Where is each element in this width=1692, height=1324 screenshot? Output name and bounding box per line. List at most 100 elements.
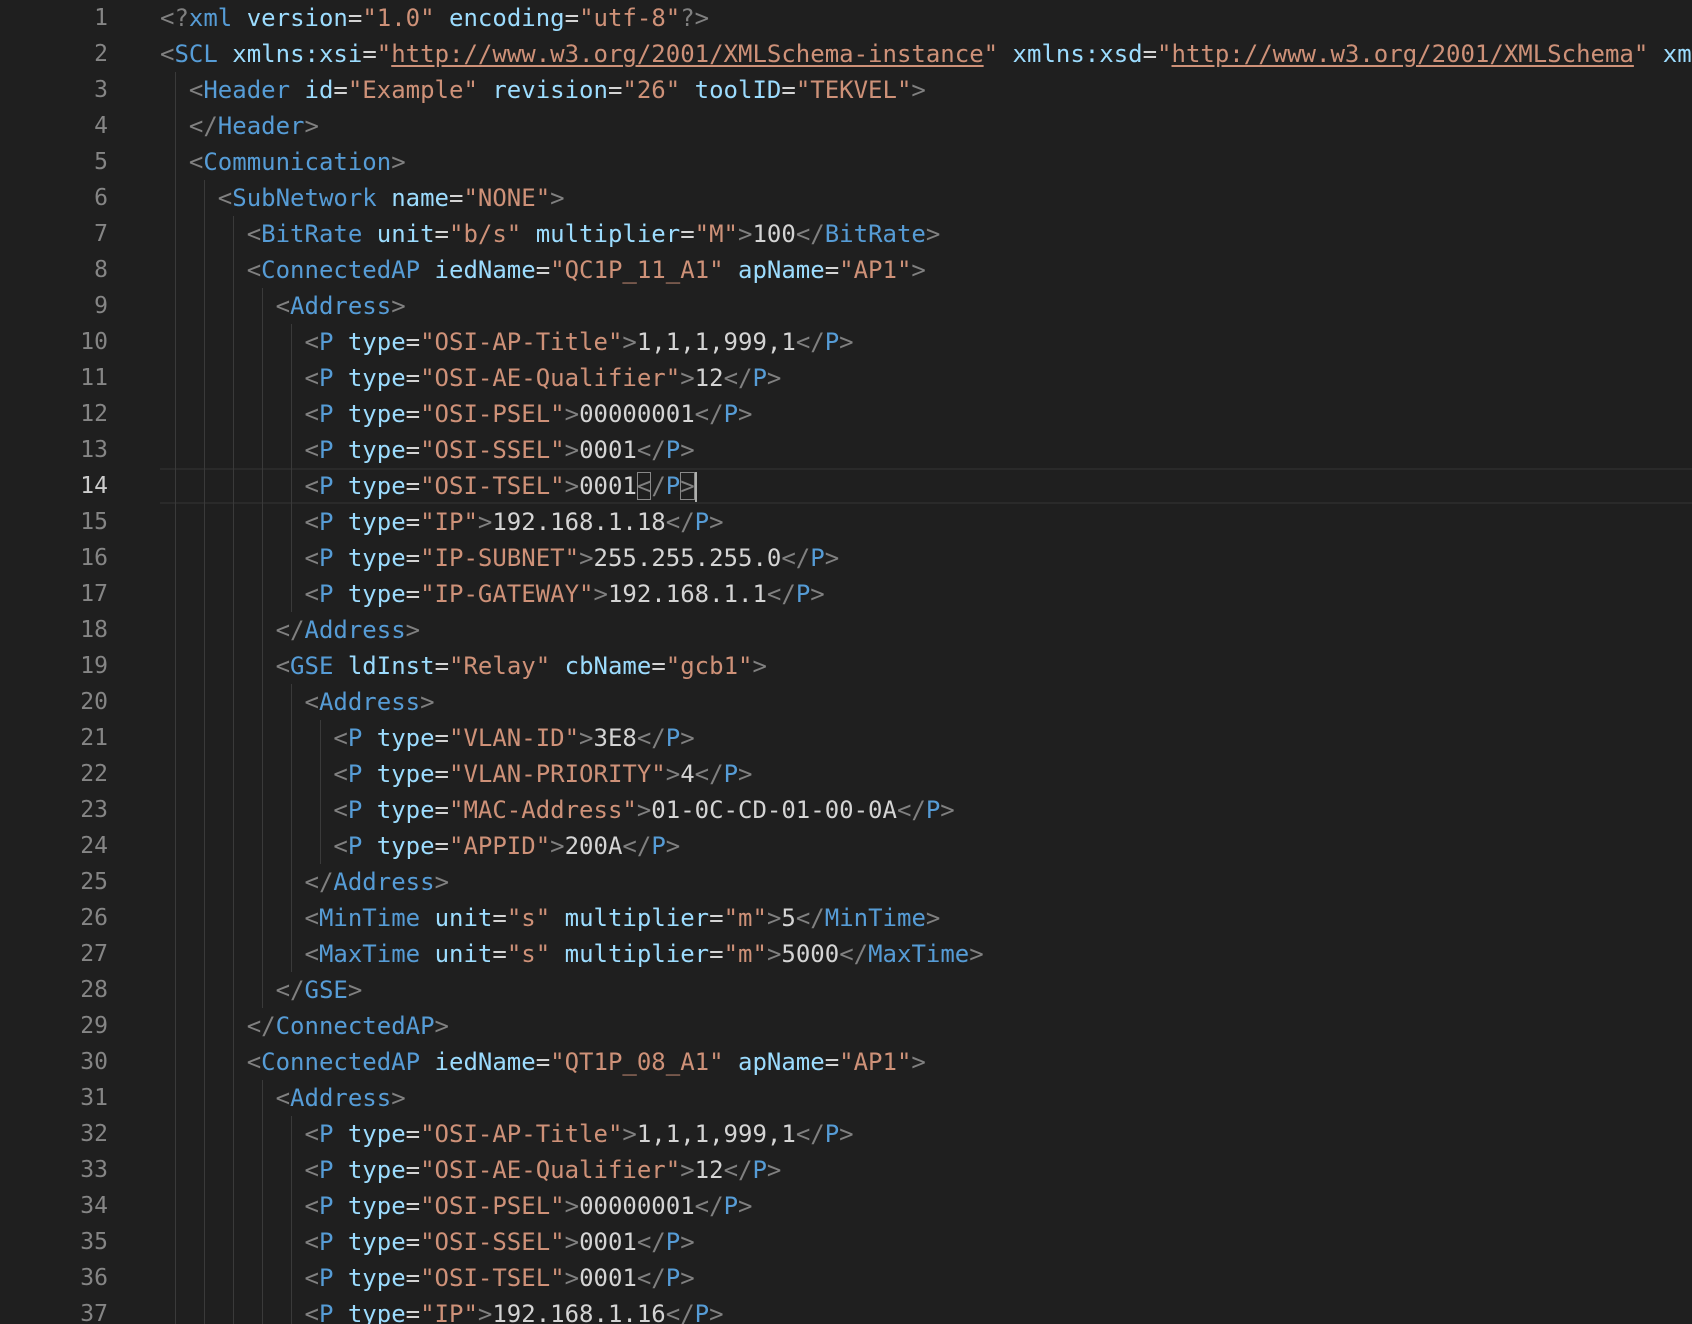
url-link[interactable]: http://www.w3.org/2001/XMLSchema-instanc…: [391, 40, 983, 68]
code-line[interactable]: </Address>: [160, 864, 1692, 900]
indent-guide: [291, 1116, 293, 1152]
line-number[interactable]: 36: [0, 1260, 150, 1296]
code-line[interactable]: <MinTime unit="s" multiplier="m">5</MinT…: [160, 900, 1692, 936]
code-line[interactable]: <SCL xmlns:xsi="http://www.w3.org/2001/X…: [160, 36, 1692, 72]
tag-name: MinTime: [824, 904, 926, 932]
code-line[interactable]: <P type="MAC-Address">01-0C-CD-01-00-0A<…: [160, 792, 1692, 828]
indent-guide: [204, 1080, 206, 1116]
line-number[interactable]: 5: [0, 144, 150, 180]
punctuation: >: [680, 724, 695, 752]
code-line[interactable]: </Header>: [160, 108, 1692, 144]
attribute-value: "s": [506, 940, 551, 968]
code-line[interactable]: <BitRate unit="b/s" multiplier="M">100</…: [160, 216, 1692, 252]
code-line[interactable]: <Address>: [160, 684, 1692, 720]
code-line[interactable]: <GSE ldInst="Relay" cbName="gcb1">: [160, 648, 1692, 684]
line-number[interactable]: 6: [0, 180, 150, 216]
line-number[interactable]: 22: [0, 756, 150, 792]
attribute-name: type: [347, 364, 406, 392]
code-editor[interactable]: 1 2 3 4 5 6 7 8 9 10 11 12 13 14 15 16 17 18 19 20 21 22 23 24 2…: [0, 0, 1692, 1324]
line-number[interactable]: 37: [0, 1296, 150, 1324]
code-line[interactable]: <P type="VLAN-ID">3E8</P>: [160, 720, 1692, 756]
indent-guide: [175, 468, 177, 504]
line-number[interactable]: 10: [0, 324, 150, 360]
code-line[interactable]: <P type="OSI-SSEL">0001</P>: [160, 432, 1692, 468]
code-line-current[interactable]: <P type="OSI-TSEL">0001</P>: [160, 468, 1692, 504]
attribute-name: type: [347, 436, 406, 464]
line-number[interactable]: 34: [0, 1188, 150, 1224]
punctuation: </: [723, 1156, 753, 1184]
code-line[interactable]: <P type="OSI-TSEL">0001</P>: [160, 1260, 1692, 1296]
code-line[interactable]: <P type="IP">192.168.1.16</P>: [160, 1296, 1692, 1324]
line-number[interactable]: 18: [0, 612, 150, 648]
code-line[interactable]: <MaxTime unit="s" multiplier="m">5000</M…: [160, 936, 1692, 972]
line-number-gutter[interactable]: 1 2 3 4 5 6 7 8 9 10 11 12 13 14 15 16 17 18 19 20 21 22 23 24 2…: [0, 0, 150, 1324]
code-line[interactable]: <Address>: [160, 1080, 1692, 1116]
code-line[interactable]: <P type="OSI-AE-Qualifier">12</P>: [160, 360, 1692, 396]
code-line[interactable]: <SubNetwork name="NONE">: [160, 180, 1692, 216]
code-line[interactable]: <P type="OSI-SSEL">0001</P>: [160, 1224, 1692, 1260]
attribute-name: xmlns:xsd: [1012, 40, 1143, 68]
line-number[interactable]: 8: [0, 252, 150, 288]
line-number[interactable]: 26: [0, 900, 150, 936]
line-number[interactable]: 23: [0, 792, 150, 828]
code-line[interactable]: <P type="IP-SUBNET">255.255.255.0</P>: [160, 540, 1692, 576]
line-number[interactable]: 2: [0, 36, 150, 72]
indent-guide: [204, 792, 206, 828]
indent-guide: [262, 972, 264, 1008]
line-number[interactable]: 32: [0, 1116, 150, 1152]
line-number[interactable]: 17: [0, 576, 150, 612]
code-line[interactable]: <P type="IP-GATEWAY">192.168.1.1</P>: [160, 576, 1692, 612]
line-number[interactable]: 16: [0, 540, 150, 576]
line-number[interactable]: 11: [0, 360, 150, 396]
code-line[interactable]: <ConnectedAP iedName="QT1P_08_A1" apName…: [160, 1044, 1692, 1080]
punctuation: <: [333, 832, 348, 860]
line-number[interactable]: 4: [0, 108, 150, 144]
line-number[interactable]: 14: [0, 468, 150, 504]
line-number[interactable]: 25: [0, 864, 150, 900]
line-number[interactable]: 21: [0, 720, 150, 756]
line-number[interactable]: 12: [0, 396, 150, 432]
attribute-name: version: [246, 4, 348, 32]
code-line[interactable]: <ConnectedAP iedName="QC1P_11_A1" apName…: [160, 252, 1692, 288]
line-number[interactable]: 19: [0, 648, 150, 684]
code-line[interactable]: <P type="IP">192.168.1.18</P>: [160, 504, 1692, 540]
line-number[interactable]: 31: [0, 1080, 150, 1116]
line-number[interactable]: 9: [0, 288, 150, 324]
code-line[interactable]: <P type="APPID">200A</P>: [160, 828, 1692, 864]
code-line[interactable]: <Communication>: [160, 144, 1692, 180]
code-line[interactable]: <?xml version="1.0" encoding="utf-8"?>: [160, 0, 1692, 36]
line-number[interactable]: 20: [0, 684, 150, 720]
code-line[interactable]: <Header id="Example" revision="26" toolI…: [160, 72, 1692, 108]
line-number[interactable]: 1: [0, 0, 150, 36]
code-line[interactable]: <P type="OSI-AE-Qualifier">12</P>: [160, 1152, 1692, 1188]
line-number[interactable]: 28: [0, 972, 150, 1008]
line-number[interactable]: 24: [0, 828, 150, 864]
indent-guide: [175, 1296, 177, 1324]
indent-guide: [204, 900, 206, 936]
line-number[interactable]: 13: [0, 432, 150, 468]
code-line[interactable]: </Address>: [160, 612, 1692, 648]
indent-guide: [204, 756, 206, 792]
code-line[interactable]: </GSE>: [160, 972, 1692, 1008]
code-line[interactable]: <P type="OSI-PSEL">00000001</P>: [160, 396, 1692, 432]
code-line[interactable]: <P type="OSI-AP-Title">1,1,1,999,1</P>: [160, 1116, 1692, 1152]
indent-guide: [233, 1008, 235, 1044]
line-number[interactable]: 15: [0, 504, 150, 540]
code-line[interactable]: <P type="VLAN-PRIORITY">4</P>: [160, 756, 1692, 792]
code-line[interactable]: <P type="OSI-PSEL">00000001</P>: [160, 1188, 1692, 1224]
line-number[interactable]: 3: [0, 72, 150, 108]
line-number[interactable]: 7: [0, 216, 150, 252]
code-area[interactable]: <?xml version="1.0" encoding="utf-8"?> <S…: [160, 0, 1692, 1324]
punctuation: <: [217, 184, 233, 212]
code-line[interactable]: <Address>: [160, 288, 1692, 324]
code-line[interactable]: </ConnectedAP>: [160, 1008, 1692, 1044]
line-number[interactable]: 33: [0, 1152, 150, 1188]
element-text: 0001: [579, 1264, 637, 1292]
url-link[interactable]: http://www.w3.org/2001/XMLSchema: [1172, 40, 1634, 68]
line-number[interactable]: 30: [0, 1044, 150, 1080]
line-number[interactable]: 27: [0, 936, 150, 972]
line-number[interactable]: 29: [0, 1008, 150, 1044]
line-number[interactable]: 35: [0, 1224, 150, 1260]
attribute-value: "IP": [420, 1300, 478, 1324]
code-line[interactable]: <P type="OSI-AP-Title">1,1,1,999,1</P>: [160, 324, 1692, 360]
